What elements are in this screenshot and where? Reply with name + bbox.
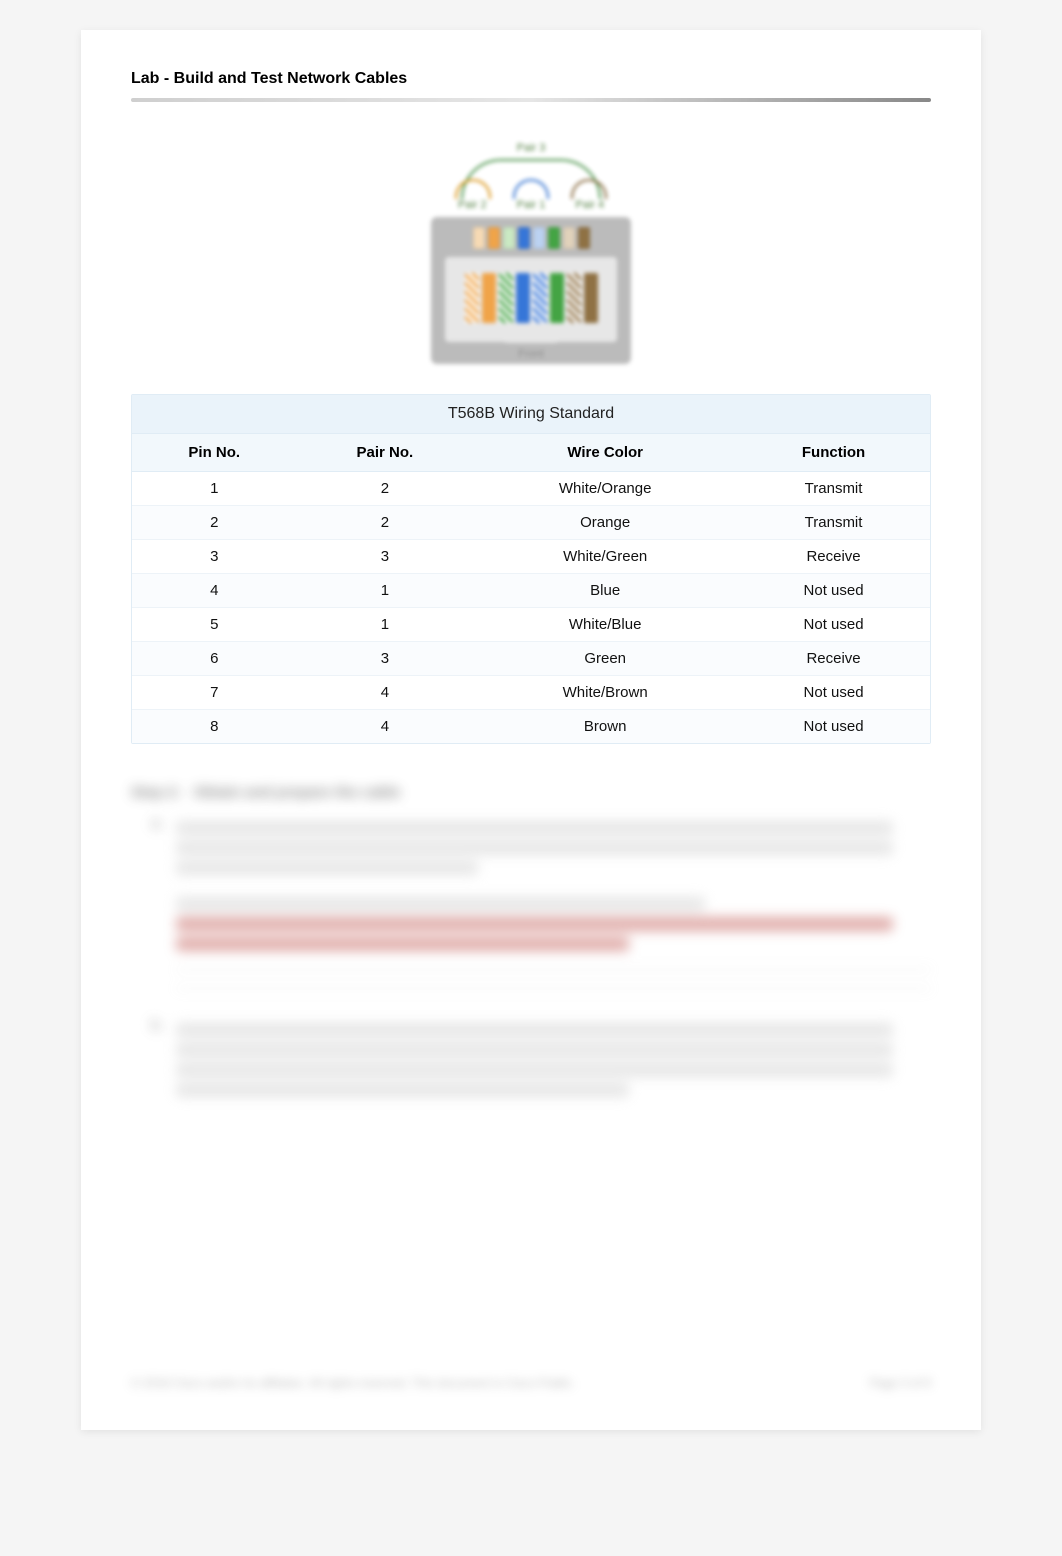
front-label: Front — [445, 348, 617, 360]
cell-pin: 7 — [132, 676, 297, 710]
col-color: Wire Color — [473, 434, 737, 472]
cell-func: Not used — [737, 676, 930, 710]
wire-icon — [533, 273, 547, 323]
table-row: 41BlueNot used — [132, 574, 930, 608]
cell-func: Not used — [737, 574, 930, 608]
cell-pin: 6 — [132, 642, 297, 676]
rj45-diagram: Pair 3 Pair 2 Pair 1 Pair 4 Front — [131, 142, 931, 364]
page-title: Lab - Build and Test Network Cables — [131, 70, 931, 98]
cell-color: White/Orange — [473, 472, 737, 506]
cell-pair: 1 — [297, 608, 474, 642]
pair-label-2: Pair 2 — [458, 199, 487, 211]
cell-color: Brown — [473, 710, 737, 744]
cell-func: Transmit — [737, 472, 930, 506]
wire-icon — [584, 273, 598, 323]
table-row: 22OrangeTransmit — [132, 506, 930, 540]
table-row: 51White/BlueNot used — [132, 608, 930, 642]
cell-pin: 3 — [132, 540, 297, 574]
pair-label-top: Pair 3 — [431, 142, 631, 154]
cell-func: Transmit — [737, 506, 930, 540]
wire-icon — [482, 273, 496, 323]
cell-func: Not used — [737, 710, 930, 744]
cell-pin: 2 — [132, 506, 297, 540]
cell-color: Orange — [473, 506, 737, 540]
cell-pin: 5 — [132, 608, 297, 642]
cell-pair: 4 — [297, 710, 474, 744]
table-row: 33White/GreenReceive — [132, 540, 930, 574]
cell-color: Blue — [473, 574, 737, 608]
wire-icon — [550, 273, 564, 323]
table-header-row: Pin No. Pair No. Wire Color Function — [132, 434, 930, 472]
pin-icon — [563, 227, 575, 249]
cell-pair: 4 — [297, 676, 474, 710]
table-row: 74White/BrownNot used — [132, 676, 930, 710]
cell-color: White/Green — [473, 540, 737, 574]
table-row: 12White/OrangeTransmit — [132, 472, 930, 506]
cell-pin: 4 — [132, 574, 297, 608]
cell-pin: 1 — [132, 472, 297, 506]
title-divider — [131, 98, 931, 102]
locked-content: Step 2: Obtain and prepare the cable a. — [131, 784, 931, 1103]
pair-label-4: Pair 4 — [575, 199, 604, 211]
pin-icon — [503, 227, 515, 249]
col-pin: Pin No. — [132, 434, 297, 472]
wire-icon — [516, 273, 530, 323]
wire-icon — [499, 273, 513, 323]
cell-pair: 2 — [297, 472, 474, 506]
pin-icon — [473, 227, 485, 249]
page-footer: © 2018 Cisco and/or its affiliates. All … — [131, 1376, 931, 1390]
pin-icon — [533, 227, 545, 249]
cell-pair: 2 — [297, 506, 474, 540]
footer-left: © 2018 Cisco and/or its affiliates. All … — [131, 1376, 575, 1390]
wiring-table: T568B Wiring Standard Pin No. Pair No. W… — [131, 394, 931, 744]
document-page: Lab - Build and Test Network Cables Pair… — [81, 30, 981, 1430]
pin-icon — [518, 227, 530, 249]
footer-right: Page 3 of 9 — [870, 1376, 931, 1390]
col-func: Function — [737, 434, 930, 472]
cell-pin: 8 — [132, 710, 297, 744]
wire-icon — [567, 273, 581, 323]
cell-color: White/Blue — [473, 608, 737, 642]
cell-pair: 3 — [297, 540, 474, 574]
cell-func: Receive — [737, 642, 930, 676]
cell-pair: 1 — [297, 574, 474, 608]
cell-color: Green — [473, 642, 737, 676]
cell-pair: 3 — [297, 642, 474, 676]
cell-func: Receive — [737, 540, 930, 574]
pin-icon — [548, 227, 560, 249]
table-row: 63GreenReceive — [132, 642, 930, 676]
wire-icon — [465, 273, 479, 323]
table-title: T568B Wiring Standard — [132, 395, 930, 434]
pin-icon — [488, 227, 500, 249]
pin-icon — [578, 227, 590, 249]
cell-color: White/Brown — [473, 676, 737, 710]
pair-label-1: Pair 1 — [517, 199, 546, 211]
table-row: 84BrownNot used — [132, 710, 930, 744]
col-pair: Pair No. — [297, 434, 474, 472]
pin-header-row — [445, 227, 617, 249]
cell-func: Not used — [737, 608, 930, 642]
